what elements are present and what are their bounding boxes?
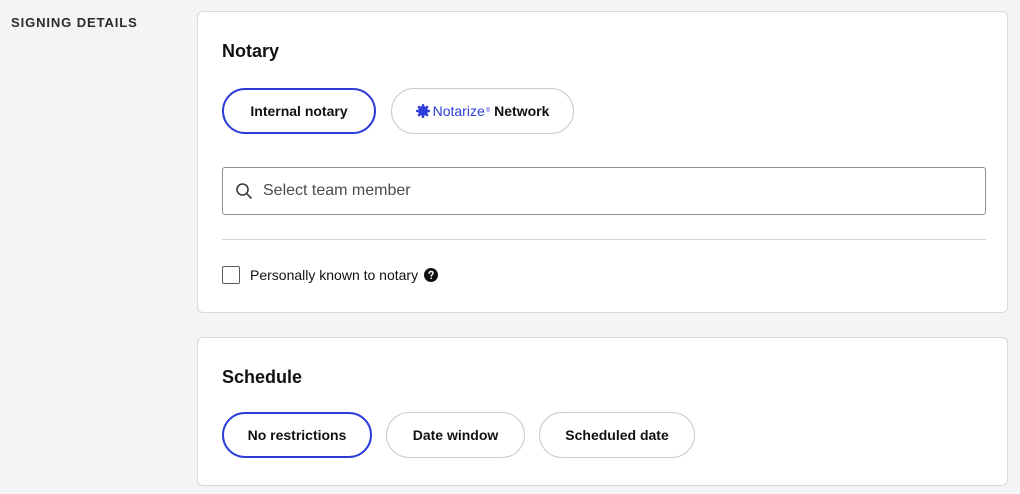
date-window-button[interactable]: Date window	[386, 412, 525, 458]
scheduled-date-label: Scheduled date	[565, 427, 669, 443]
schedule-card: Schedule No restrictions Date window Sch…	[197, 337, 1008, 486]
notarize-network-button[interactable]: Notarize ® Network	[391, 88, 574, 134]
question-circle-icon[interactable]	[424, 268, 439, 282]
section-label: SIGNING DETAILS	[11, 15, 138, 30]
search-input[interactable]	[263, 182, 963, 200]
personally-known-label: Personally known to notary	[250, 267, 419, 283]
notary-card: Notary Internal notary Notarize ® Networ…	[197, 11, 1008, 313]
notarize-brand-name: Notarize	[432, 103, 485, 119]
notarize-brand-mark: ®	[485, 108, 491, 114]
no-restrictions-label: No restrictions	[247, 427, 347, 443]
divider	[222, 239, 986, 240]
search-icon	[236, 183, 252, 199]
network-label: Network	[494, 103, 550, 119]
team-member-search[interactable]	[222, 167, 986, 215]
no-restrictions-button[interactable]: No restrictions	[222, 412, 372, 458]
scheduled-date-button[interactable]: Scheduled date	[539, 412, 695, 458]
schedule-title: Schedule	[222, 367, 303, 387]
date-window-label: Date window	[412, 427, 499, 443]
personally-known-checkbox[interactable]	[222, 266, 240, 284]
internal-notary-button[interactable]: Internal notary	[222, 88, 376, 134]
personally-known-row: Personally known to notary	[222, 266, 439, 284]
notary-title: Notary	[222, 41, 280, 61]
internal-notary-label: Internal notary	[250, 103, 348, 119]
notarize-brand: Notarize ®	[415, 103, 491, 119]
notarize-logo-icon	[415, 104, 430, 118]
